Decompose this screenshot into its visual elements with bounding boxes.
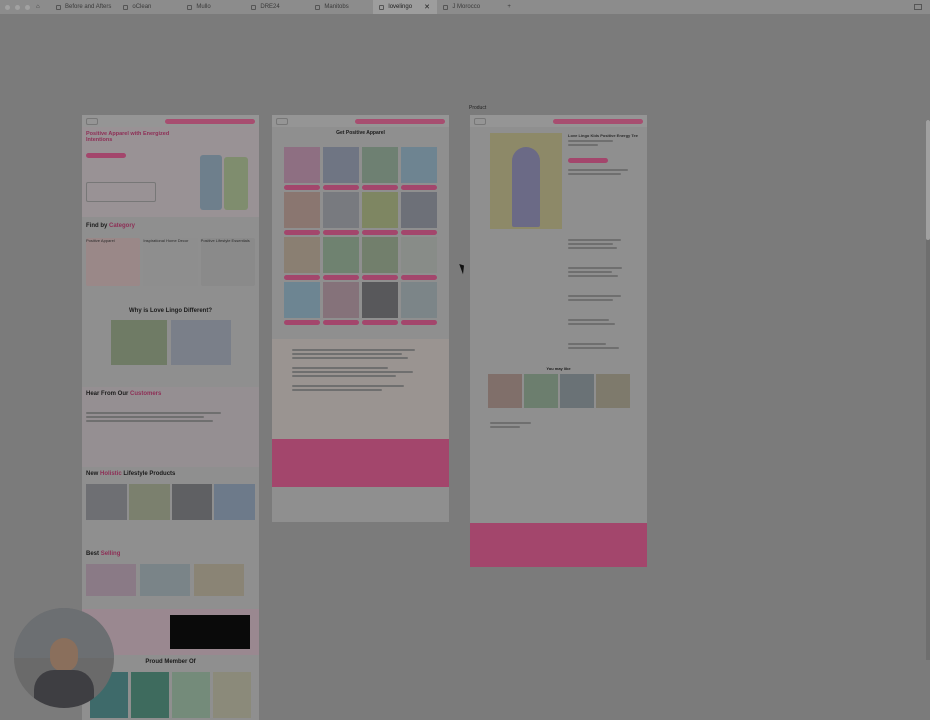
member-badge [213,671,251,718]
related-product-card[interactable] [595,374,630,409]
category-section: Find by Category Positive Apparel Inspir… [82,217,259,387]
tab-dre24[interactable]: DRE24 [245,0,309,14]
product-card[interactable] [284,281,320,325]
seo-text-section [272,338,449,439]
product-card[interactable] [401,281,437,325]
video-player[interactable] [170,615,250,649]
category-card[interactable]: Inspirational Home Decor [143,237,198,286]
product-card[interactable] [401,191,437,235]
tab-before-and-afters[interactable]: Before and Afters [50,0,117,14]
product-card[interactable] [401,236,437,280]
tab-lovelingo[interactable]: lovelingo ✕ [373,0,438,14]
member-badge [131,671,169,718]
logo-icon [86,117,98,125]
hero-cta-button[interactable] [86,153,126,159]
tab-icon [315,4,321,10]
reviews-section [470,408,647,458]
nav-menu[interactable] [355,118,445,124]
webcam-overlay [14,608,114,708]
product-card[interactable] [171,483,213,520]
product-card[interactable] [284,191,320,235]
tab-mullo[interactable]: Mullo [181,0,245,14]
why-image [110,320,167,366]
product-card[interactable] [128,483,170,520]
site-footer [470,523,647,567]
close-window-dot[interactable] [5,4,10,10]
product-card[interactable] [194,563,244,596]
tab-icon [379,4,385,10]
related-products [470,374,647,409]
tab-icon [251,4,257,10]
shop-page-frame[interactable]: Get Positive Apparel [272,115,449,522]
product-caption: Product [469,105,487,111]
category-card[interactable]: Positive Lifestyle Essentials [200,237,255,286]
product-card[interactable] [362,146,398,190]
tab-icon [443,4,449,10]
browser-tab-bar: ⌂ Before and Afters oClean Mullo DRE24 M… [0,0,930,14]
category-grid: Positive Apparel Inspirational Home Deco… [86,237,255,286]
related-product-card[interactable] [523,374,558,409]
mouse-cursor [459,262,467,275]
product-card[interactable] [362,236,398,280]
tab-icon [56,4,61,10]
window-scrollbar[interactable] [926,120,930,660]
why-title: Why is Love Lingo Different? [128,307,212,314]
home-icon[interactable]: ⌂ [30,0,50,14]
product-card[interactable] [86,483,127,520]
logo-icon [276,117,288,125]
tab-icon [123,4,129,10]
tab-icon [187,4,193,10]
you-may-like-title: You may like [546,366,571,371]
minimize-window-dot[interactable] [15,4,20,10]
site-header [82,115,259,127]
product-card[interactable] [284,146,320,190]
site-header [470,115,647,127]
close-tab-icon[interactable]: ✕ [424,3,430,11]
related-product-card[interactable] [559,374,594,409]
shop-title: Get Positive Apparel [336,130,385,136]
site-footer [272,438,449,487]
hero-model-image [224,157,248,210]
hero-section: Positive Apparel with Energized Intentio… [82,127,259,217]
member-badge [172,671,210,718]
logo-icon [474,117,486,125]
new-tab-button[interactable]: + [501,0,517,14]
tab-manitobs[interactable]: Manitobs [309,0,373,14]
new-products-section: New Holistic Lifestyle Products [82,467,259,547]
category-card[interactable]: Positive Apparel [86,237,141,286]
product-card[interactable] [214,483,255,520]
product-grid [272,146,449,325]
product-card[interactable] [284,236,320,280]
product-page-frame[interactable]: Love Lingo Kids Positive Energy Tee You … [470,115,647,567]
product-detail: Love Lingo Kids Positive Energy Tee [470,127,647,233]
product-title: Love Lingo Kids Positive Energy Tee [568,133,638,138]
add-to-cart-button[interactable] [568,158,608,163]
hero-badge-card [86,182,156,202]
why-video[interactable] [170,320,231,366]
product-card[interactable] [401,146,437,190]
product-image [490,133,562,229]
product-card[interactable] [323,281,359,325]
product-card[interactable] [323,146,359,190]
best-selling-section: Best Selling [82,547,259,609]
product-card[interactable] [323,236,359,280]
site-header [272,115,449,127]
product-card[interactable] [362,281,398,325]
testimonials-section: Hear From Our Customers [82,387,259,467]
product-card[interactable] [86,563,136,596]
description-section [470,239,647,349]
nav-menu[interactable] [165,118,255,124]
window-control-icon[interactable] [914,4,922,10]
hero-title: Positive Apparel with Energized Intentio… [86,131,170,144]
tab-oclean[interactable]: oClean [117,0,181,14]
product-card[interactable] [323,191,359,235]
hero-model-image [200,155,222,210]
scrollbar-thumb[interactable] [926,120,930,240]
tab-j-morocco[interactable]: J Morocco [437,0,501,14]
product-card[interactable] [362,191,398,235]
nav-menu[interactable] [553,118,643,124]
product-card[interactable] [140,563,190,596]
related-product-card[interactable] [487,374,522,409]
